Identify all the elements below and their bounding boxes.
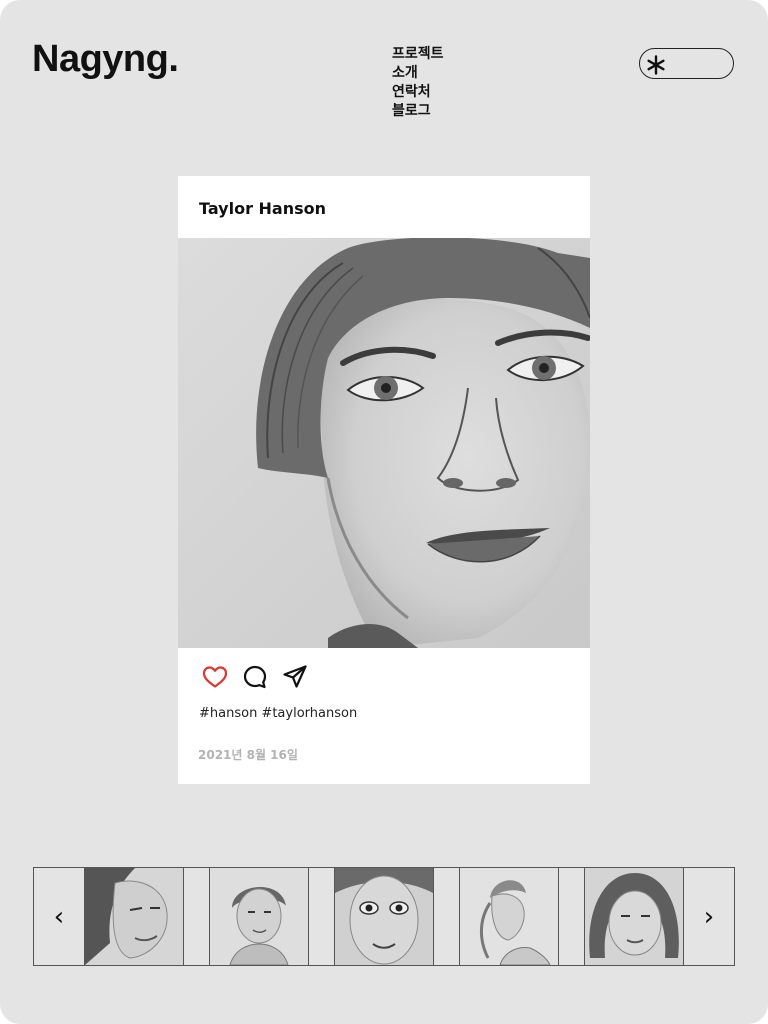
post-image[interactable] xyxy=(178,238,590,648)
nav-item-contact[interactable]: 연락처 xyxy=(392,83,444,102)
gallery-thumbnail[interactable] xyxy=(209,868,309,965)
post-actions xyxy=(202,664,308,690)
main-nav: 프로젝트 소개 연락처 블로그 xyxy=(392,45,444,121)
portrait-thumbnail-image xyxy=(335,868,433,965)
share-icon[interactable] xyxy=(282,664,308,690)
portrait-thumbnail-image xyxy=(85,868,183,965)
theme-toggle[interactable] xyxy=(639,48,734,79)
gallery-thumbnail[interactable] xyxy=(334,868,434,965)
post-hashtags[interactable]: #hanson #taylorhanson xyxy=(199,706,357,721)
post-username[interactable]: Taylor Hanson xyxy=(199,199,326,218)
logo[interactable]: Nagyng. xyxy=(32,38,179,81)
gallery-next-button[interactable]: › xyxy=(683,868,734,965)
gallery-prev-button[interactable]: ‹ xyxy=(34,868,85,965)
asterisk-icon xyxy=(647,55,665,75)
heart-icon[interactable] xyxy=(202,665,228,689)
thumbnail-gallery: ‹ › xyxy=(33,867,735,966)
pencil-portrait-image xyxy=(178,238,590,648)
gallery-thumbnail[interactable] xyxy=(584,868,684,965)
nav-item-projects[interactable]: 프로젝트 xyxy=(392,45,444,64)
gallery-thumbnail[interactable] xyxy=(84,868,184,965)
portrait-thumbnail-image xyxy=(210,868,308,965)
nav-item-about[interactable]: 소개 xyxy=(392,64,444,83)
nav-item-blog[interactable]: 블로그 xyxy=(392,102,444,121)
page: Nagyng. 프로젝트 소개 연락처 블로그 Taylor Hanson #h… xyxy=(0,0,768,1024)
post-date: 2021년 8월 16일 xyxy=(198,748,298,762)
gallery-thumbnail[interactable] xyxy=(459,868,559,965)
post-card: Taylor Hanson #hanson #taylorhanson 2021… xyxy=(178,176,590,784)
portrait-thumbnail-image xyxy=(460,868,558,965)
comment-icon[interactable] xyxy=(242,664,268,690)
portrait-thumbnail-image xyxy=(585,868,683,965)
